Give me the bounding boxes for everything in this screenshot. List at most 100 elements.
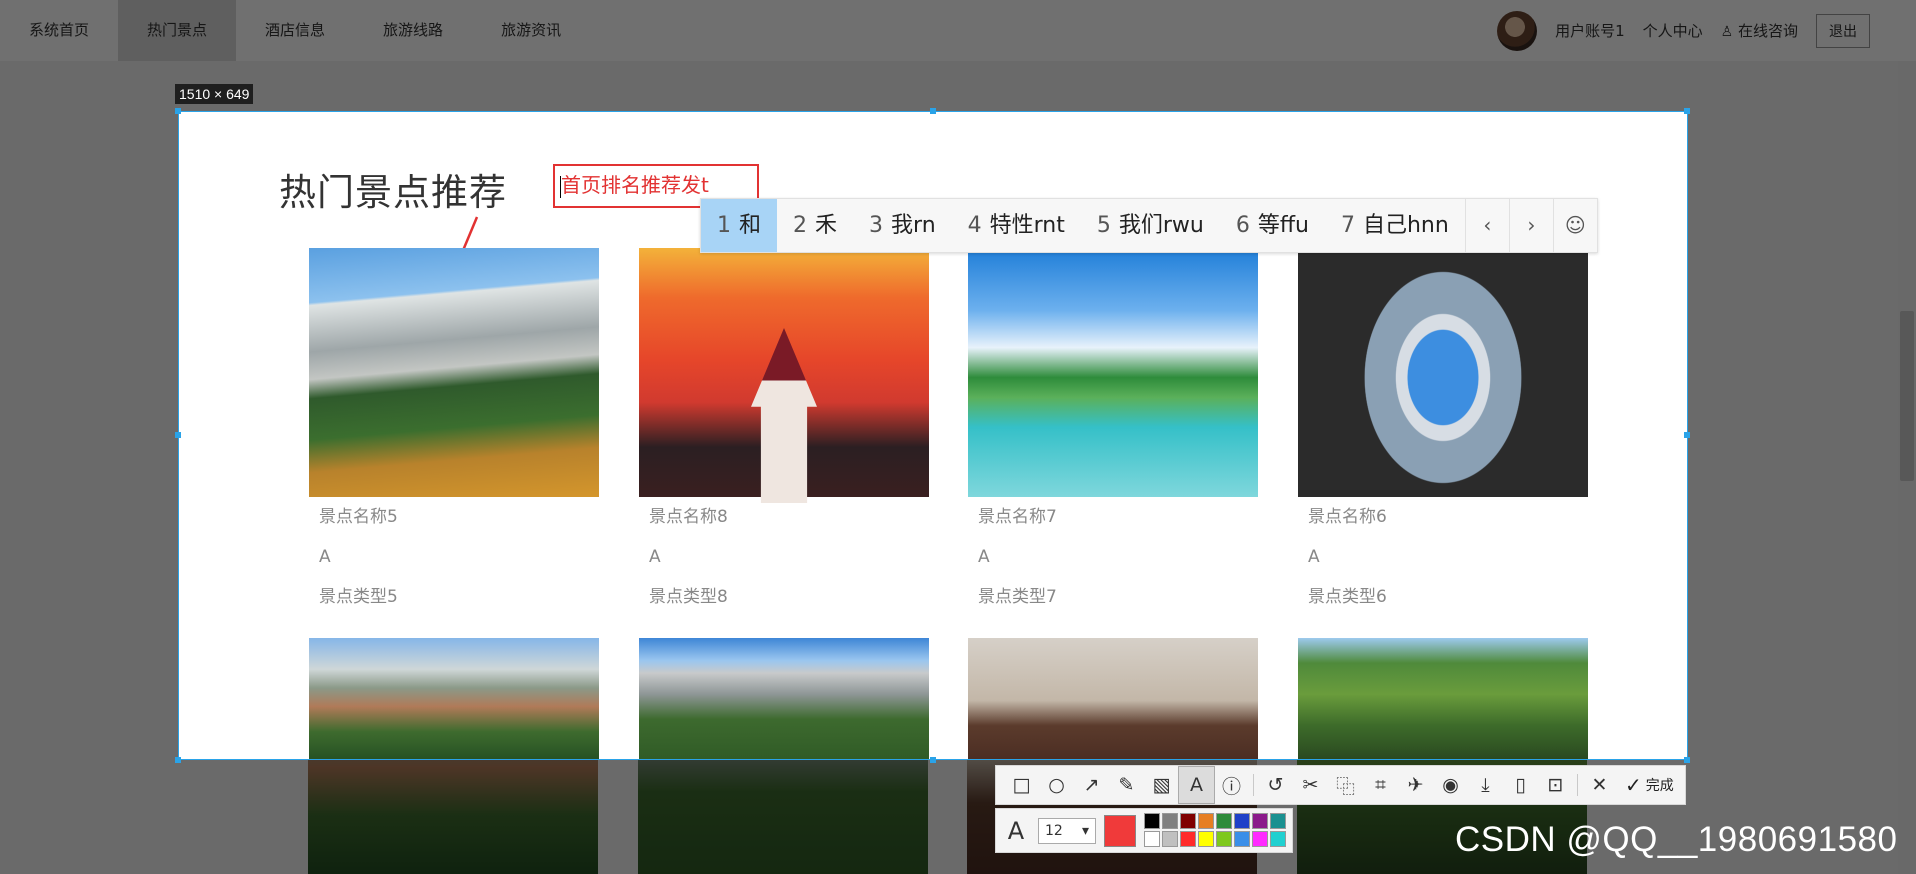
spot-grade: A (978, 547, 990, 567)
done-button[interactable]: ✓ 完成 (1617, 773, 1682, 797)
color-swatch[interactable] (1216, 813, 1232, 829)
nav-item-news[interactable]: 旅游资讯 (472, 0, 590, 61)
ime-next-page-icon[interactable]: › (1508, 199, 1553, 252)
personal-center-link[interactable]: 个人中心 (1643, 20, 1703, 41)
color-swatch[interactable] (1270, 813, 1286, 829)
candidate-number: 4 (967, 213, 982, 238)
translate-icon[interactable]: ⿻ (1328, 767, 1363, 803)
color-palette (1144, 813, 1287, 848)
font-icon: A (1007, 816, 1025, 845)
color-swatch[interactable] (1252, 813, 1268, 829)
spot-grade: A (319, 547, 331, 567)
ocr-icon[interactable]: ⌗ (1363, 767, 1398, 803)
resize-handle-s[interactable] (930, 757, 936, 763)
color-swatch[interactable] (1252, 831, 1268, 847)
spot-card[interactable] (639, 638, 929, 759)
record-icon[interactable]: ◉ (1433, 767, 1468, 803)
download-icon[interactable]: ⤓ (1468, 767, 1503, 803)
color-swatch[interactable] (1270, 831, 1286, 847)
resize-handle-sw[interactable] (175, 757, 181, 763)
ime-candidate[interactable]: 4 特性rnt (952, 199, 1081, 252)
check-icon: ✓ (1625, 773, 1642, 797)
resize-handle-se[interactable] (1684, 757, 1690, 763)
close-icon[interactable]: ✕ (1582, 767, 1617, 803)
spot-card[interactable]: 景点名称7 A 景点类型7 (968, 248, 1258, 617)
undo-icon[interactable]: ↺ (1258, 767, 1293, 803)
ime-candidate[interactable]: 6 等ffu (1220, 199, 1325, 252)
color-swatch[interactable] (1234, 831, 1250, 847)
spot-name[interactable]: 景点名称8 (649, 497, 929, 537)
spot-card[interactable]: 景点名称8 A 景点类型8 (639, 248, 929, 617)
ime-candidate[interactable]: 3 我rn (853, 199, 952, 252)
spot-card[interactable] (309, 638, 599, 759)
spot-card[interactable] (968, 638, 1258, 759)
resize-handle-ne[interactable] (1684, 108, 1690, 114)
rectangle-tool-icon[interactable]: □ (1004, 767, 1039, 803)
ime-prev-page-icon[interactable]: ‹ (1464, 199, 1509, 252)
ime-candidate-bar: 1和 2禾 3 我rn 4 特性rnt 5 我们rwu 6 等ffu 7 自己hnn ‹ … (700, 198, 1598, 253)
page-scrollbar[interactable] (1898, 61, 1916, 874)
arrow-tool-icon[interactable]: ↗ (1074, 767, 1109, 803)
resize-handle-e[interactable] (1684, 432, 1690, 438)
resize-handle-n[interactable] (930, 108, 936, 114)
text-tool-icon[interactable]: A (1178, 766, 1215, 804)
ellipse-tool-icon[interactable]: ○ (1039, 767, 1074, 803)
ime-candidate[interactable]: 7 自己hnn (1325, 199, 1465, 252)
nav-item-home[interactable]: 系统首页 (0, 0, 118, 61)
spot-image[interactable] (639, 248, 929, 497)
ime-candidate[interactable]: 5 我们rwu (1081, 199, 1220, 252)
current-color-swatch[interactable] (1104, 814, 1136, 847)
spot-name[interactable]: 景点名称7 (978, 497, 1258, 537)
color-swatch[interactable] (1216, 831, 1232, 847)
avatar[interactable] (1497, 10, 1538, 51)
candidate-text: 禾 (815, 213, 838, 238)
color-swatch[interactable] (1180, 813, 1196, 829)
spot-name[interactable]: 景点名称5 (319, 497, 599, 537)
resize-handle-nw[interactable] (175, 108, 181, 114)
candidate-text: 和 (739, 213, 762, 238)
spot-grade: A (649, 547, 661, 567)
spot-image[interactable] (639, 638, 929, 759)
color-swatch[interactable] (1144, 813, 1160, 829)
phone-icon[interactable]: ▯ (1503, 767, 1538, 803)
spot-image[interactable] (968, 638, 1258, 759)
spot-image[interactable] (1298, 248, 1588, 497)
nav-item-routes[interactable]: 旅游线路 (354, 0, 472, 61)
ime-candidate[interactable]: 1和 (701, 199, 778, 252)
color-swatch[interactable] (1198, 813, 1214, 829)
spot-image[interactable] (309, 248, 599, 497)
pin-icon[interactable]: ✈ (1398, 767, 1433, 803)
logout-button[interactable]: 退出 (1816, 13, 1870, 48)
color-swatch[interactable] (1234, 813, 1250, 829)
online-consult-link[interactable]: ♙ 在线咨询 (1721, 20, 1798, 41)
color-swatch[interactable] (1198, 831, 1214, 847)
ime-candidate[interactable]: 2禾 (777, 199, 853, 252)
scrollbar-thumb[interactable] (1900, 311, 1914, 481)
toolbar-divider (1253, 774, 1254, 796)
color-swatch[interactable] (1144, 831, 1160, 847)
font-size-select[interactable]: 12 ▾ (1038, 817, 1096, 844)
nav-item-hot-spots[interactable]: 热门景点 (118, 0, 237, 61)
color-swatch[interactable] (1180, 831, 1196, 847)
spot-image[interactable] (1298, 638, 1588, 759)
spot-image[interactable] (309, 638, 599, 759)
pencil-tool-icon[interactable]: ✎ (1109, 767, 1144, 803)
mosaic-tool-icon[interactable]: ▧ (1144, 767, 1179, 803)
candidate-text: 我们rwu (1118, 213, 1204, 238)
color-swatch[interactable] (1162, 831, 1178, 847)
spot-image[interactable] (968, 248, 1258, 497)
candidate-number: 6 (1235, 213, 1250, 238)
candidate-text: 等ffu (1257, 213, 1309, 238)
screenshot-tool-icon[interactable]: ✂ (1293, 767, 1328, 803)
spot-card[interactable] (1298, 638, 1588, 759)
ime-emoji-icon[interactable]: ☺ (1552, 199, 1597, 252)
number-marker-icon[interactable]: ⓘ (1214, 767, 1249, 803)
nav-item-hotels[interactable]: 酒店信息 (236, 0, 354, 61)
resize-handle-w[interactable] (175, 432, 181, 438)
spot-card[interactable]: 景点名称5 A 景点类型5 (309, 248, 599, 617)
color-swatch[interactable] (1162, 813, 1178, 829)
user-account-link[interactable]: 用户账号1 (1555, 20, 1625, 41)
spot-name[interactable]: 景点名称6 (1308, 497, 1588, 537)
bookmark-icon[interactable]: ⊡ (1538, 767, 1573, 803)
spot-card[interactable]: 景点名称6 A 景点类型6 (1298, 248, 1588, 617)
